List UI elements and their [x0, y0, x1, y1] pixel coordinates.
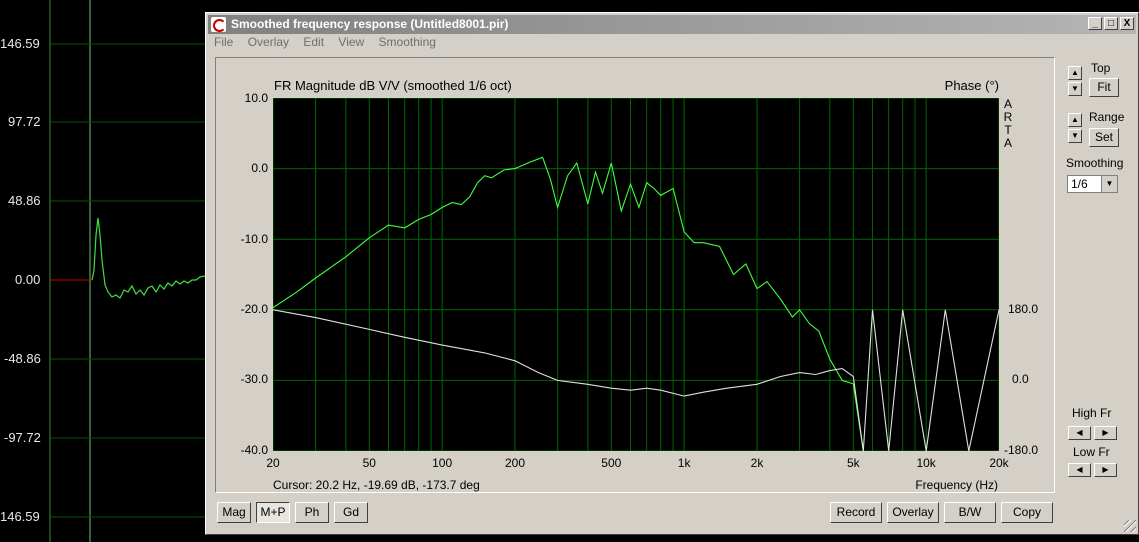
plot-title: FR Magnitude dB V/V (smoothed 1/6 oct) — [274, 78, 512, 93]
menu-smoothing[interactable]: Smoothing — [379, 35, 436, 49]
app-icon — [211, 17, 226, 32]
menu-edit[interactable]: Edit — [303, 35, 324, 49]
low-fr-label: Low Fr — [1073, 445, 1110, 459]
bg-impulse-trace — [91, 217, 206, 299]
y-tick-label: -40.0 — [240, 443, 268, 457]
bg-y-label: -97.72 — [4, 430, 41, 445]
smoothing-value: 1/6 — [1071, 177, 1088, 191]
x-tick-label: 1k — [677, 456, 691, 470]
bg-y-axis: 146.59 97.72 48.86 0.00 -48.86 -97.72 14… — [0, 0, 50, 542]
high-fr-left-button[interactable]: ◀ — [1068, 426, 1091, 440]
smoothed-fr-window: Smoothed frequency response (Untitled800… — [205, 12, 1139, 535]
menu-view[interactable]: View — [338, 35, 364, 49]
y-tick-label: -10.0 — [240, 232, 268, 246]
group-delay-button[interactable]: Gd — [334, 502, 368, 523]
arta-letter: A — [1003, 136, 1012, 150]
overlay-button[interactable]: Overlay — [887, 502, 939, 523]
x-tick-label: 10k — [916, 456, 936, 470]
x-tick-label: 2k — [750, 456, 764, 470]
maximize-button[interactable]: □ — [1104, 17, 1118, 30]
high-fr-right-button[interactable]: ▶ — [1094, 426, 1117, 440]
plot-panel: FR Magnitude dB V/V (smoothed 1/6 oct) P… — [215, 57, 1055, 493]
top-label: Top — [1091, 61, 1111, 75]
close-button[interactable]: X — [1120, 17, 1134, 30]
bg-y-label: 97.72 — [8, 114, 41, 129]
y-tick-label: -30.0 — [240, 372, 268, 386]
range-label: Range — [1089, 110, 1125, 124]
x-axis-label: Frequency (Hz) — [915, 478, 998, 492]
y-tick-label: 0.0 — [251, 161, 268, 175]
phase-axis-title: Phase (°) — [944, 78, 999, 93]
phase-tick-label: 180.0 — [1008, 302, 1039, 316]
bg-y-label: -48.86 — [4, 351, 41, 366]
bg-y-label: 146.59 — [0, 509, 40, 524]
menu-overlay[interactable]: Overlay — [248, 35, 289, 49]
frequency-response-plot[interactable] — [273, 98, 999, 451]
title-bar[interactable]: Smoothed frequency response (Untitled800… — [208, 15, 1136, 34]
smoothing-label: Smoothing — [1066, 156, 1124, 170]
range-down-button[interactable]: ▼ — [1068, 129, 1082, 143]
x-tick-label: 20k — [989, 456, 1009, 470]
bg-y-label: 146.59 — [0, 36, 40, 51]
high-fr-label: High Fr — [1072, 406, 1112, 420]
mag-button[interactable]: Mag — [217, 502, 251, 523]
cursor-readout: Cursor: 20.2 Hz, -19.69 dB, -173.7 deg — [273, 478, 480, 492]
x-tick-label: 5k — [846, 456, 860, 470]
bg-y-label: 48.86 — [8, 193, 41, 208]
low-fr-right-button[interactable]: ▶ — [1094, 463, 1117, 477]
y-tick-label: -20.0 — [240, 302, 268, 316]
smoothing-select[interactable]: 1/6 ▼ — [1067, 175, 1118, 193]
phase-tick-label: 0.0 — [1012, 372, 1029, 386]
menu-bar: File Overlay Edit View Smoothing — [214, 35, 447, 53]
range-up-button[interactable]: ▲ — [1068, 113, 1082, 127]
phase-button[interactable]: Ph — [295, 502, 329, 523]
x-tick-label: 20 — [266, 456, 280, 470]
mag-phase-button[interactable]: M+P — [256, 502, 290, 523]
x-tick-label: 500 — [601, 456, 622, 470]
fit-button[interactable]: Fit — [1089, 78, 1119, 97]
minimize-button[interactable]: _ — [1088, 17, 1102, 30]
low-fr-left-button[interactable]: ◀ — [1068, 463, 1091, 477]
copy-button[interactable]: Copy — [1001, 502, 1053, 523]
arta-brand: A R T A — [1002, 98, 1014, 150]
top-down-button[interactable]: ▼ — [1068, 82, 1082, 96]
resize-grip[interactable] — [1124, 520, 1136, 532]
x-tick-label: 200 — [504, 456, 526, 470]
top-up-button[interactable]: ▲ — [1068, 66, 1082, 80]
y-tick-label: 10.0 — [244, 91, 268, 105]
chevron-down-icon[interactable]: ▼ — [1101, 176, 1117, 192]
plot-background — [273, 98, 999, 451]
bg-y-label: 0.00 — [15, 272, 41, 287]
x-tick-label: 100 — [432, 456, 453, 470]
menu-file[interactable]: File — [214, 35, 233, 49]
x-tick-label: 50 — [362, 456, 376, 470]
window-title: Smoothed frequency response (Untitled800… — [231, 17, 509, 31]
record-button[interactable]: Record — [830, 502, 882, 523]
set-button[interactable]: Set — [1089, 128, 1119, 147]
bw-button[interactable]: B/W — [944, 502, 996, 523]
phase-tick-label: -180.0 — [1004, 443, 1039, 457]
